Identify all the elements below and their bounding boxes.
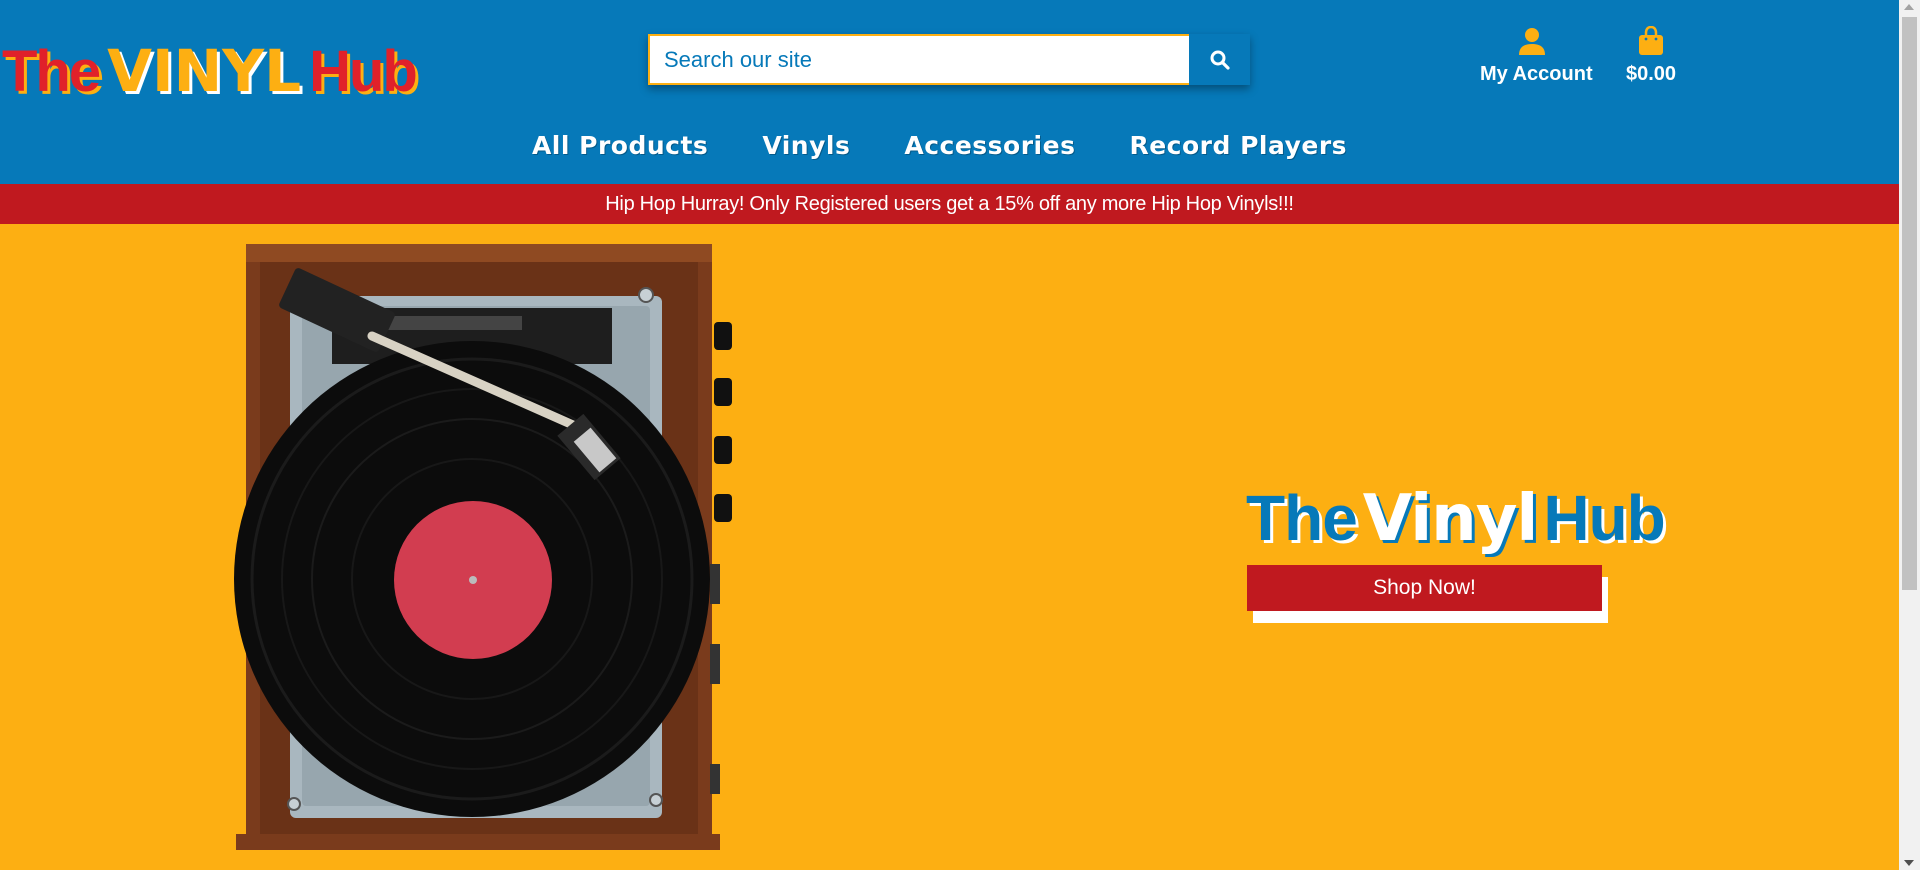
hero-logo-word-hub: Hub — [1543, 482, 1665, 554]
main-nav: All Products Vinyls Accessories Record P… — [0, 124, 1899, 168]
search-input[interactable] — [648, 34, 1189, 85]
hero-logo: TheVinylHub — [1246, 480, 1666, 557]
my-account-label: My Account — [1480, 63, 1593, 85]
site-header: TheVINYLHub My Account — [0, 0, 1899, 184]
logo-word-vinyl: VINYL — [107, 37, 302, 105]
nav-accessories[interactable]: Accessories — [904, 124, 1075, 168]
turntable-image — [234, 244, 732, 850]
hero-logo-word-the: The — [1246, 482, 1358, 554]
page: TheVINYLHub My Account — [0, 0, 1920, 870]
hero-logo-word-vinyl: Vinyl — [1362, 482, 1539, 556]
cart-total: $0.00 — [1625, 63, 1677, 85]
user-icon — [1519, 28, 1545, 55]
scroll-up-arrow-icon[interactable] — [1904, 4, 1914, 10]
search-button[interactable] — [1189, 34, 1250, 85]
scroll-down-arrow-icon[interactable] — [1904, 860, 1914, 866]
my-account-link[interactable]: My Account — [1480, 26, 1593, 86]
site-logo[interactable]: The VINYL Hub — [2, 26, 418, 117]
vertical-scrollbar[interactable] — [1899, 0, 1920, 870]
shop-now-button[interactable]: Shop Now! — [1247, 565, 1602, 611]
nav-vinyls[interactable]: Vinyls — [762, 124, 850, 168]
cart-link[interactable]: $0.00 — [1616, 25, 1686, 86]
logo-word-hub: Hub — [309, 39, 418, 104]
nav-record-players[interactable]: Record Players — [1129, 124, 1347, 168]
shop-now-container: Shop Now! — [1247, 565, 1608, 623]
logo-word-the: The — [2, 39, 101, 104]
scrollbar-thumb[interactable] — [1902, 17, 1917, 590]
shopping-bag-icon — [1639, 25, 1663, 55]
search-icon — [1210, 50, 1230, 70]
nav-all-products[interactable]: All Products — [532, 124, 708, 168]
promo-banner: Hip Hop Hurray! Only Registered users ge… — [0, 184, 1899, 224]
search-form — [648, 34, 1250, 85]
promo-text: Hip Hop Hurray! Only Registered users ge… — [605, 193, 1294, 215]
